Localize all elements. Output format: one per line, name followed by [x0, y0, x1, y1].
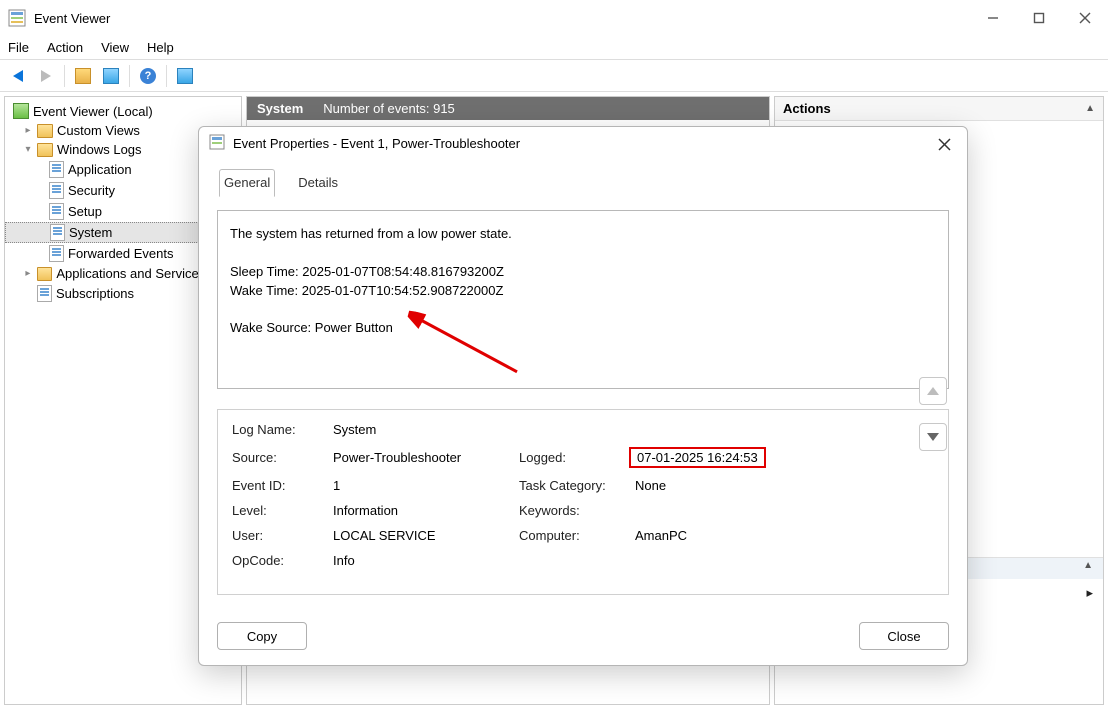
menu-file[interactable]: File: [8, 40, 29, 55]
label-level: Level:: [232, 503, 327, 518]
arrow-up-icon: [927, 387, 939, 395]
dialog-icon: [209, 134, 225, 153]
app-icon: [8, 9, 26, 27]
event-message: The system has returned from a low power…: [217, 210, 949, 389]
event-properties-dialog: Event Properties - Event 1, Power-Troubl…: [198, 126, 968, 666]
tree-root[interactable]: Event Viewer (Local): [5, 101, 241, 121]
toolbar-button-3[interactable]: [173, 64, 197, 88]
actions-header-label: Actions: [783, 101, 831, 116]
label-log-name: Log Name:: [232, 422, 327, 437]
subscriptions-icon: [37, 285, 52, 302]
tree-label: Forwarded Events: [68, 246, 174, 261]
window-title: Event Viewer: [34, 11, 110, 26]
collapse-icon[interactable]: ▾: [23, 144, 33, 155]
center-count-label: Number of events:: [323, 101, 429, 116]
menu-help[interactable]: Help: [147, 40, 174, 55]
folder-icon: [37, 124, 53, 138]
center-count-value: 915: [433, 101, 455, 116]
value-log-name: System: [333, 422, 513, 437]
label-keywords: Keywords:: [519, 503, 629, 518]
folder-icon: [37, 143, 53, 157]
tree-label: System: [69, 225, 112, 240]
log-icon: [49, 245, 64, 262]
prev-event-button[interactable]: [919, 377, 947, 405]
chevron-right-icon: ▸: [1086, 585, 1093, 601]
arrow-right-icon: [41, 70, 51, 82]
copy-button[interactable]: Copy: [217, 622, 307, 650]
menubar: File Action View Help: [0, 36, 1108, 60]
tab-details[interactable]: Details: [293, 169, 343, 197]
label-source: Source:: [232, 450, 327, 465]
tree-label: Setup: [68, 204, 102, 219]
folder-icon: [75, 68, 91, 84]
label-opcode: OpCode:: [232, 553, 327, 568]
tree-label: Custom Views: [57, 123, 140, 138]
close-window-button[interactable]: [1062, 0, 1108, 36]
menu-action[interactable]: Action: [47, 40, 83, 55]
tab-general[interactable]: General: [219, 169, 275, 197]
label-task-category: Task Category:: [519, 478, 629, 493]
dialog-tabs: General Details: [217, 169, 949, 197]
dialog-title: Event Properties - Event 1, Power-Troubl…: [233, 136, 520, 151]
value-task-category: None: [635, 478, 825, 493]
expand-icon[interactable]: ▸: [23, 268, 33, 279]
event-fields: Log Name: System Source: Power-Troublesh…: [217, 409, 949, 595]
value-user: LOCAL SERVICE: [333, 528, 513, 543]
log-icon: [49, 161, 64, 178]
folder-icon: [37, 267, 53, 281]
tree-root-label: Event Viewer (Local): [33, 104, 153, 119]
tree-label: Subscriptions: [56, 286, 134, 301]
label-user: User:: [232, 528, 327, 543]
tree-label: Security: [68, 183, 115, 198]
center-header: System Number of events: 915: [247, 97, 769, 120]
label-logged: Logged:: [519, 450, 629, 465]
tree-label: Application: [68, 162, 132, 177]
back-button[interactable]: [6, 64, 30, 88]
help-icon: ?: [140, 68, 156, 84]
value-level: Information: [333, 503, 513, 518]
arrow-down-icon: [927, 433, 939, 441]
expand-icon[interactable]: ▸: [23, 125, 33, 136]
collapse-icon[interactable]: ▲: [1085, 103, 1095, 114]
tree-label: Windows Logs: [57, 142, 142, 157]
label-event-id: Event ID:: [232, 478, 327, 493]
value-opcode: Info: [333, 553, 513, 568]
toolbar-button-2[interactable]: [99, 64, 123, 88]
dialog-titlebar: Event Properties - Event 1, Power-Troubl…: [199, 127, 967, 159]
value-event-id: 1: [333, 478, 513, 493]
calendar-icon: [103, 68, 119, 84]
maximize-button[interactable]: [1016, 0, 1062, 36]
eventviewer-icon: [13, 103, 29, 119]
minimize-button[interactable]: [970, 0, 1016, 36]
titlebar: Event Viewer: [0, 0, 1108, 36]
actions-header: Actions ▲: [775, 97, 1103, 121]
toolbar: ?: [0, 60, 1108, 92]
dialog-close-button[interactable]: [929, 131, 959, 157]
help-button[interactable]: ?: [136, 64, 160, 88]
value-computer: AmanPC: [635, 528, 825, 543]
close-button[interactable]: Close: [859, 622, 949, 650]
log-icon: [50, 224, 65, 241]
menu-view[interactable]: View: [101, 40, 129, 55]
center-log-name: System: [257, 101, 303, 116]
log-icon: [49, 203, 64, 220]
label-computer: Computer:: [519, 528, 629, 543]
view-icon: [177, 68, 193, 84]
next-event-button[interactable]: [919, 423, 947, 451]
arrow-left-icon: [13, 70, 23, 82]
collapse-icon[interactable]: ▲: [1083, 560, 1093, 577]
log-icon: [49, 182, 64, 199]
value-logged: 07-01-2025 16:24:53: [629, 447, 766, 468]
toolbar-button-1[interactable]: [71, 64, 95, 88]
forward-button[interactable]: [34, 64, 58, 88]
value-source: Power-Troubleshooter: [333, 450, 513, 465]
